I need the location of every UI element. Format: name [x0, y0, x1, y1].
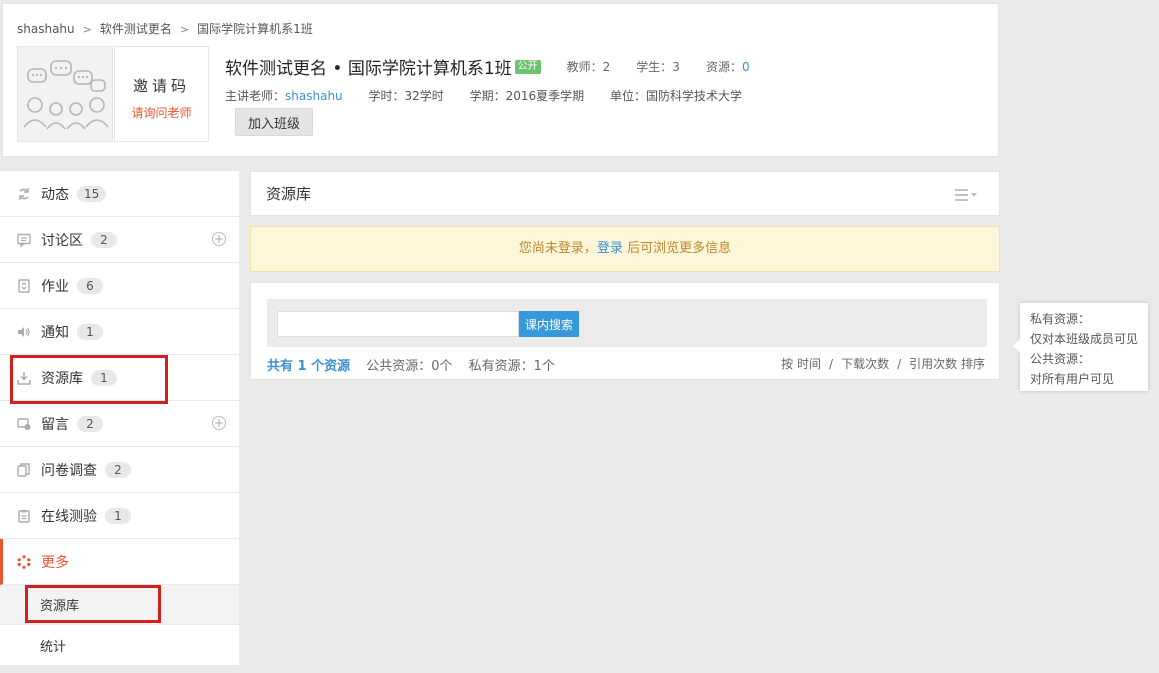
lead-teacher-link[interactable]: shashahu: [285, 89, 343, 103]
count-badge: 2: [105, 461, 131, 478]
invite-code-title: 邀请码: [132, 77, 190, 95]
course-search-button[interactable]: 课内搜索: [519, 311, 579, 337]
panel-title: 资源库: [266, 185, 312, 203]
plus-circle-icon[interactable]: +: [212, 232, 226, 246]
breadcrumb-user[interactable]: shashahu: [17, 22, 75, 36]
join-class-button[interactable]: 加入班级: [235, 108, 313, 136]
sort-by-time[interactable]: 时间: [797, 357, 821, 371]
sidebar-item-label: 留言: [41, 416, 69, 433]
sidebar-item-more[interactable]: 更多: [0, 539, 239, 585]
panel-header: 资源库: [250, 171, 1000, 216]
breadcrumb-class[interactable]: 国际学院计算机系1班: [197, 22, 313, 36]
count-badge: 6: [77, 277, 103, 294]
class-cover-image: [17, 46, 113, 142]
tooltip-private-title: 私有资源：: [1030, 312, 1091, 326]
login-link[interactable]: 登录: [597, 241, 623, 256]
tooltip-public-title: 公共资源：: [1030, 352, 1091, 366]
sidebar-item-discussion[interactable]: 讨论区 2 +: [0, 217, 239, 263]
total-resources[interactable]: 共有 1 个资源: [267, 359, 350, 374]
resource-type-tooltip: 私有资源： 仅对本班级成员可见 公共资源： 对所有用户可见: [1013, 303, 1148, 391]
lead-teacher: 主讲老师：shashahu: [225, 89, 343, 103]
count-badge: 15: [77, 185, 107, 202]
message-icon: [17, 417, 31, 431]
speaker-icon: [17, 325, 31, 339]
sort-options: 按 时间 / 下载次数 / 引用次数 排序: [781, 357, 985, 371]
highlight-box-resources: [10, 355, 168, 404]
login-notice: 您尚未登录，登录 后可浏览更多信息: [250, 226, 1000, 272]
course-title-row: 软件测试更名 • 国际学院计算机系1班 公开 教师：2 学生：3 资源：0: [225, 54, 750, 79]
tooltip-public-desc: 对所有用户可见: [1030, 372, 1115, 386]
course-hours: 学时：32学时: [368, 89, 444, 103]
teacher-count: 教师：2: [566, 60, 611, 74]
resource-summary: 共有 1 个资源 公共资源：0个 私有资源：1个: [267, 355, 567, 374]
sidebar-item-label: 作业: [41, 278, 69, 295]
course-title: 软件测试更名 • 国际学院计算机系1班: [225, 59, 512, 79]
sidebar-item-survey[interactable]: 问卷调查 2: [0, 447, 239, 493]
tooltip-private-desc: 仅对本班级成员可见: [1030, 332, 1139, 346]
sort-by-references[interactable]: 引用次数: [909, 357, 957, 371]
sidebar-item-label: 问卷调查: [41, 462, 97, 479]
resource-search-panel: 课内搜索 共有 1 个资源 公共资源：0个 私有资源：1个 按 时间 / 下载次数 /…: [250, 282, 1000, 380]
refresh-icon: [17, 187, 31, 201]
sidebar-item-label: 在线测验: [41, 508, 97, 525]
sidebar-item-notice[interactable]: 通知 1: [0, 309, 239, 355]
homework-icon: [17, 278, 31, 293]
invite-code-box[interactable]: 邀请码 请询问老师: [114, 46, 209, 142]
sidebar-subitem-statistics[interactable]: 统计: [0, 625, 239, 665]
public-resources: 公共资源：0个: [366, 359, 453, 374]
clipboard-icon: [17, 509, 31, 523]
sidebar-item-activity[interactable]: 动态 15: [0, 171, 239, 217]
people-chat-icon: [18, 47, 112, 141]
count-badge: 1: [77, 323, 103, 340]
private-resources: 私有资源：1个: [468, 359, 555, 374]
resource-count-link[interactable]: 0: [742, 60, 750, 74]
highlight-box-sub-resources: [25, 585, 161, 623]
breadcrumb: shashahu > 软件测试更名 > 国际学院计算机系1班: [17, 22, 313, 36]
comment-icon: [17, 233, 31, 247]
sidebar-item-homework[interactable]: 作业 6: [0, 263, 239, 309]
student-count: 学生：3: [636, 60, 680, 74]
search-bar: 课内搜索: [267, 299, 987, 347]
list-menu-icon[interactable]: [955, 188, 979, 202]
course-info-row: 主讲老师：shashahu 学时：32学时 学期：2016夏季学期 单位：国防科…: [225, 87, 764, 104]
sidebar-item-label: 动态: [41, 186, 69, 203]
count-badge: 1: [105, 507, 131, 524]
sidebar-item-label: 讨论区: [41, 232, 83, 249]
dots-circle-icon: [17, 554, 31, 569]
search-input[interactable]: [277, 311, 519, 337]
count-badge: 2: [91, 231, 117, 248]
sidebar-item-label: 更多: [41, 554, 69, 571]
course-unit: 单位：国防科学技术大学: [609, 89, 742, 103]
sidebar-item-label: 通知: [41, 324, 69, 341]
copy-icon: [17, 462, 31, 477]
breadcrumb-course[interactable]: 软件测试更名: [100, 22, 172, 36]
plus-circle-icon[interactable]: +: [212, 416, 226, 430]
sort-by-downloads[interactable]: 下载次数: [841, 357, 889, 371]
invite-code-hint: 请询问老师: [131, 106, 192, 120]
sidebar-item-messages[interactable]: 留言 2 +: [0, 401, 239, 447]
sidebar-item-quiz[interactable]: 在线测验 1: [0, 493, 239, 539]
public-badge: 公开: [514, 59, 541, 74]
resource-count: 资源：0: [705, 60, 750, 74]
course-term: 学期：2016夏季学期: [469, 89, 585, 103]
course-header: shashahu > 软件测试更名 > 国际学院计算机系1班 邀请码 请询问老师…: [2, 3, 999, 157]
count-badge: 2: [77, 415, 103, 432]
sidebar-subitem-label: 统计: [40, 639, 67, 655]
